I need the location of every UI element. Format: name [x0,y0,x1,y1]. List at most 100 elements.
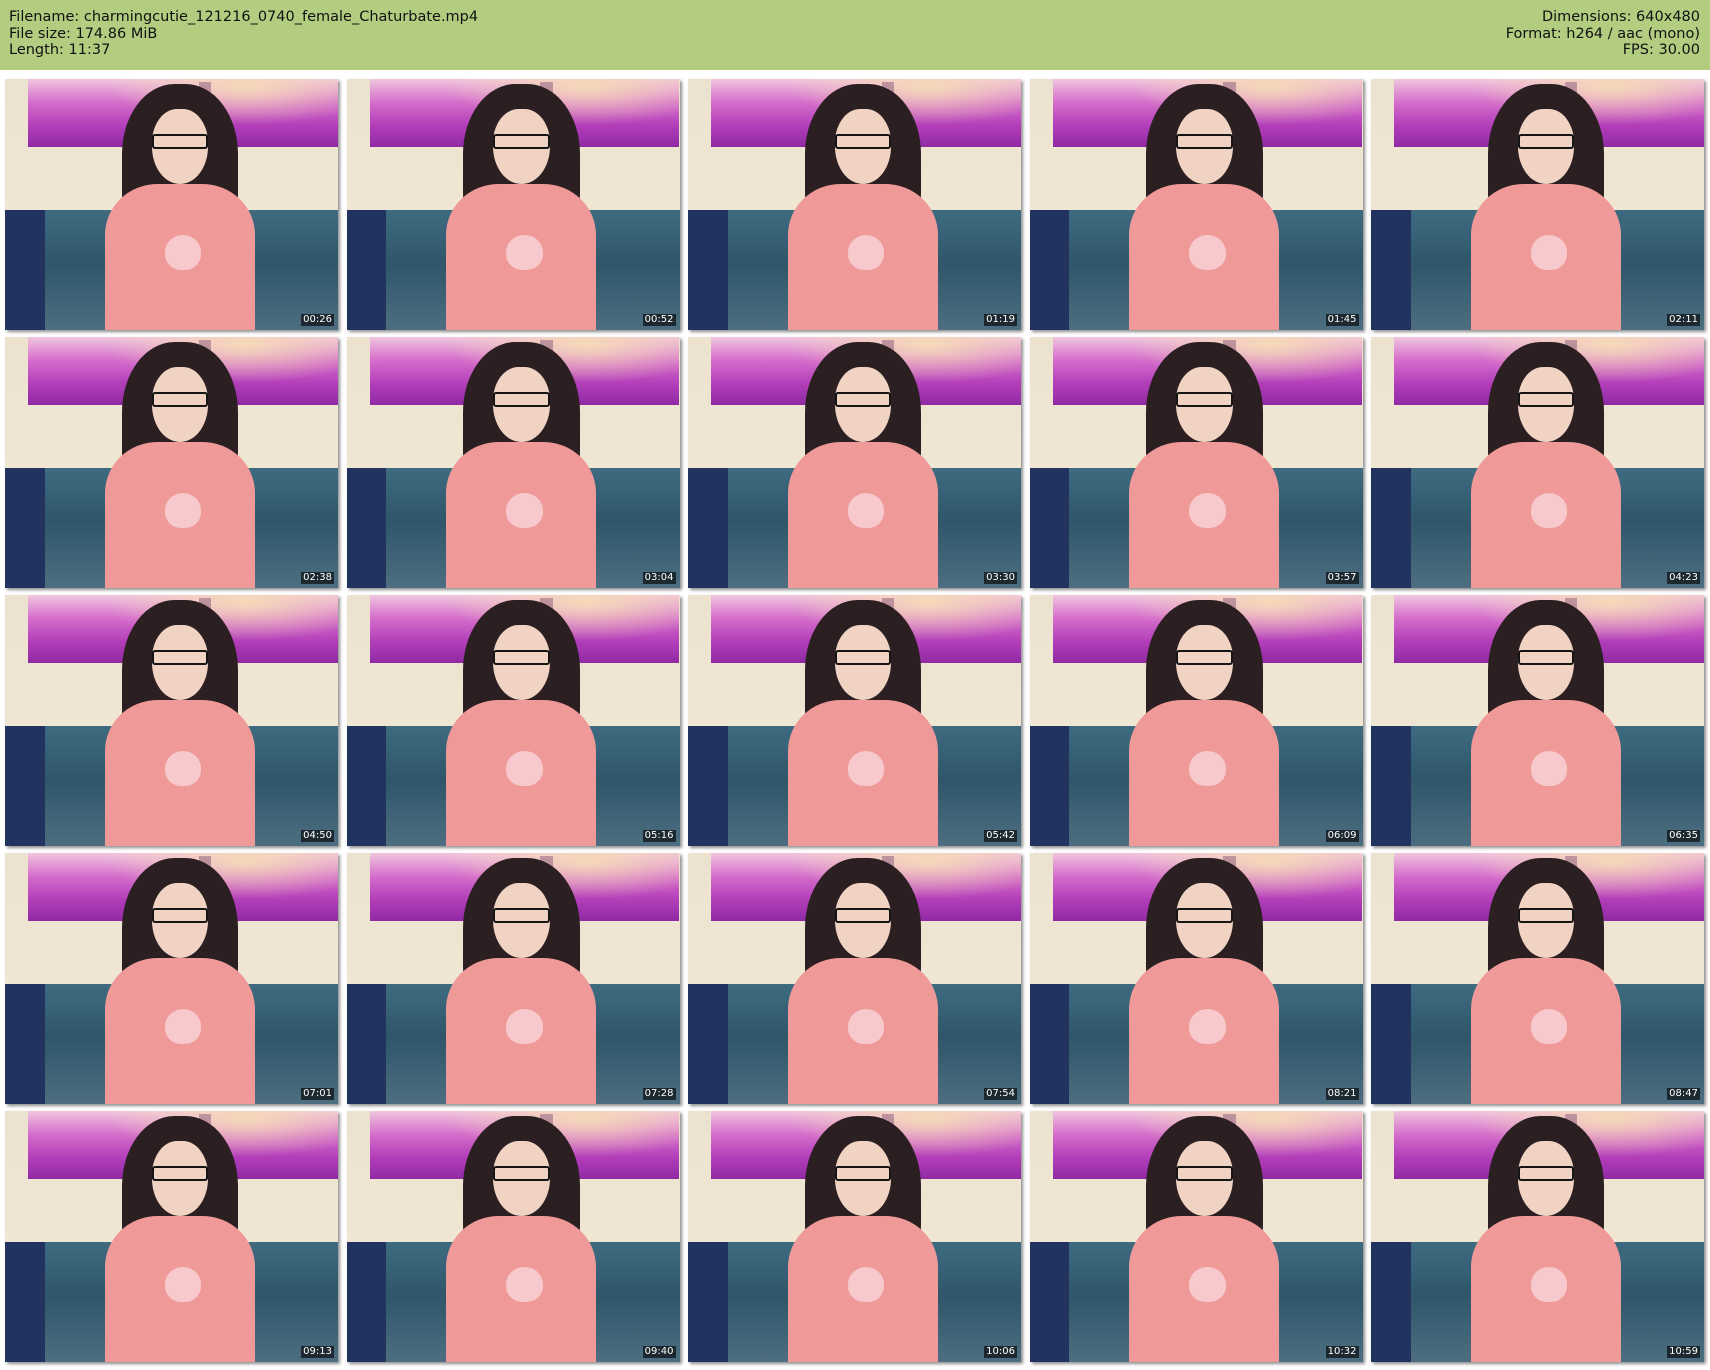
video-frame-thumbnail[interactable]: 03:30 [688,337,1021,588]
sweater-heart-pattern [1189,234,1226,270]
sweater-heart-pattern [506,234,543,270]
frame-timestamp: 03:04 [642,572,676,584]
video-frame-thumbnail[interactable]: 10:06 [688,1111,1021,1362]
glasses-shape [151,908,209,924]
glasses-shape [151,1166,209,1182]
glasses-shape [1176,392,1233,408]
glasses-shape [834,134,892,150]
sweater-heart-pattern [1189,750,1226,786]
video-frame-thumbnail[interactable]: 10:32 [1029,1111,1363,1362]
sweater-heart-pattern [506,1008,543,1044]
glasses-shape [493,1166,550,1182]
frame-timestamp: 04:23 [1667,572,1700,584]
glasses-shape [834,650,892,666]
glasses-shape [151,650,209,666]
video-frame-thumbnail[interactable]: 00:52 [346,79,680,330]
file-info: Filename: charmingcutie_121216_0740_fema… [9,9,478,59]
sweater-heart-pattern [1189,1266,1226,1302]
glasses-shape [493,908,550,924]
sweater-heart-pattern [164,234,202,270]
sweater-heart-pattern [847,492,885,528]
glasses-shape [493,134,550,150]
video-frame-thumbnail[interactable]: 07:28 [346,853,680,1104]
sweater-heart-pattern [1189,1008,1226,1044]
video-frame-thumbnail[interactable]: 03:04 [346,337,680,588]
glasses-shape [151,392,209,408]
sweater-heart-pattern [164,750,202,786]
video-frame-thumbnail[interactable]: 06:09 [1029,595,1363,846]
video-frame-thumbnail[interactable]: 10:59 [1371,1111,1704,1362]
video-frame-thumbnail[interactable]: 04:23 [1371,337,1704,588]
video-frame-thumbnail[interactable]: 08:21 [1029,853,1363,1104]
video-frame-thumbnail[interactable]: 07:01 [5,853,338,1104]
video-frame-thumbnail[interactable]: 09:40 [346,1111,680,1362]
video-frame-thumbnail[interactable]: 05:16 [346,595,680,846]
sweater-heart-pattern [164,1008,202,1044]
video-frame-thumbnail[interactable]: 03:57 [1029,337,1363,588]
glasses-shape [1517,392,1575,408]
frame-timestamp: 03:30 [984,572,1017,584]
fps-text: FPS: 30.00 [1622,42,1700,58]
frame-timestamp: 07:54 [984,1088,1017,1100]
length-text: Length: 11:37 [9,42,111,58]
filesize-text: File size: 174.86 MiB [9,25,158,42]
frame-timestamp: 01:45 [1325,314,1359,326]
thumbnail-grid: 00:26 00:52 01:19 01:45 02:11 02:38 03:04 03:30… [5,79,1705,1364]
glasses-shape [1176,1166,1233,1182]
video-frame-thumbnail[interactable]: 01:19 [688,79,1021,330]
frame-timestamp: 10:32 [1325,1346,1359,1358]
video-frame-thumbnail[interactable]: 06:35 [1371,595,1704,846]
glasses-shape [834,392,892,408]
sweater-heart-pattern [164,1266,202,1302]
glasses-shape [493,650,550,666]
sweater-heart-pattern [1530,492,1568,528]
frame-timestamp: 02:38 [301,572,334,584]
glasses-shape [834,1166,892,1182]
frame-timestamp: 09:13 [301,1346,334,1358]
frame-timestamp: 10:59 [1667,1346,1700,1358]
glasses-shape [1517,1166,1575,1182]
video-frame-thumbnail[interactable]: 00:26 [5,79,338,330]
sweater-heart-pattern [1530,234,1568,270]
frame-timestamp: 00:26 [301,314,334,326]
frame-timestamp: 06:35 [1667,830,1700,842]
glasses-shape [151,134,209,150]
frame-timestamp: 10:06 [984,1346,1017,1358]
frame-timestamp: 01:19 [984,314,1017,326]
video-frame-thumbnail[interactable]: 01:45 [1029,79,1363,330]
frame-timestamp: 00:52 [642,314,676,326]
sweater-heart-pattern [506,1266,543,1302]
glasses-shape [1176,650,1233,666]
frame-timestamp: 03:57 [1325,572,1359,584]
frame-timestamp: 09:40 [642,1346,676,1358]
glasses-shape [1517,134,1575,150]
sweater-heart-pattern [506,492,543,528]
video-frame-thumbnail[interactable]: 08:47 [1371,853,1704,1104]
glasses-shape [1176,134,1233,150]
info-header: Filename: charmingcutie_121216_0740_fema… [0,0,1710,70]
sweater-heart-pattern [1530,1266,1568,1302]
frame-timestamp: 05:16 [642,830,676,842]
sweater-heart-pattern [1530,1008,1568,1044]
sweater-heart-pattern [847,234,885,270]
frame-timestamp: 07:01 [301,1088,334,1100]
video-info: Dimensions: 640x480 Format: h264 / aac (… [1506,9,1700,59]
glasses-shape [1517,650,1575,666]
filename-text: Filename: charmingcutie_121216_0740_fema… [9,9,479,25]
sweater-heart-pattern [847,1008,885,1044]
video-frame-thumbnail[interactable]: 05:42 [688,595,1021,846]
glasses-shape [1176,908,1233,924]
video-frame-thumbnail[interactable]: 02:38 [5,337,338,588]
glasses-shape [1517,908,1575,924]
video-frame-thumbnail[interactable]: 09:13 [5,1111,338,1362]
sweater-heart-pattern [847,750,885,786]
sweater-heart-pattern [164,492,202,528]
video-frame-thumbnail[interactable]: 07:54 [688,853,1021,1104]
glasses-shape [834,908,892,924]
frame-timestamp: 06:09 [1325,830,1359,842]
frame-timestamp: 08:47 [1667,1088,1700,1100]
video-frame-thumbnail[interactable]: 02:11 [1371,79,1704,330]
dimensions-text: Dimensions: 640x480 [1541,9,1700,25]
frame-timestamp: 05:42 [984,830,1017,842]
video-frame-thumbnail[interactable]: 04:50 [5,595,338,846]
